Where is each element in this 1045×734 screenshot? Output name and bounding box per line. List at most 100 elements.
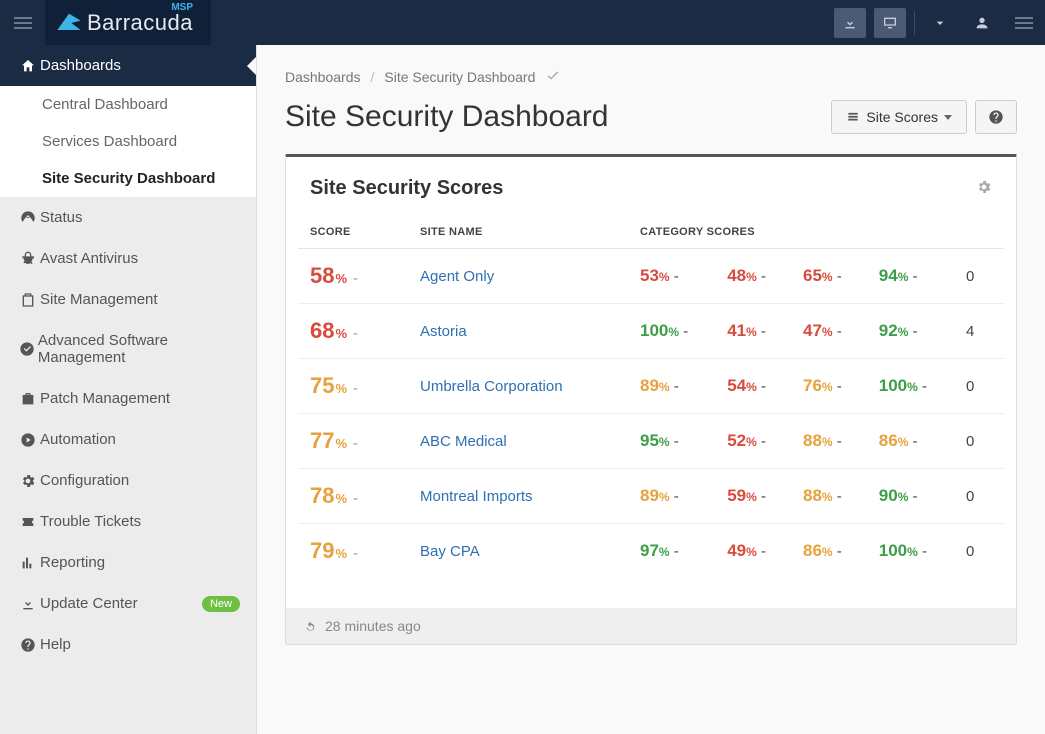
play-icon: [16, 432, 40, 448]
trend-dash: -: [833, 433, 842, 450]
sidebar-sub-central-dashboard[interactable]: Central Dashboard: [0, 86, 256, 123]
site-name-cell: Astoria: [408, 304, 628, 359]
brand-logo[interactable]: Barracuda MSP: [45, 0, 211, 45]
page-header: Site Security Dashboard Site Scores: [257, 94, 1045, 154]
last-cell: 0: [954, 249, 1004, 304]
site-scores-dropdown[interactable]: Site Scores: [831, 100, 967, 134]
trend-dash: -: [757, 378, 766, 395]
button-label: Site Scores: [866, 109, 938, 125]
sidebar-item-automation[interactable]: Automation: [0, 419, 256, 460]
dropdown-caret-button[interactable]: [919, 0, 961, 45]
sidebar-item-label: Configuration: [40, 472, 129, 489]
sidebar-item-label: Help: [40, 636, 71, 653]
site-name-cell: ABC Medical: [408, 414, 628, 469]
category-score-cell: 86% -: [867, 414, 954, 469]
sidebar-item-label: Trouble Tickets: [40, 513, 141, 530]
home-icon: [16, 58, 40, 74]
trend-dash: -: [353, 325, 358, 342]
category-score-cell: 100% -: [628, 304, 715, 359]
percent-sign: %: [746, 270, 757, 284]
sidebar-item-configuration[interactable]: Configuration: [0, 460, 256, 501]
score-cell: 77%-: [298, 414, 408, 469]
sidebar-item-advanced-software-management[interactable]: Advanced Software Management: [0, 320, 256, 378]
category-value: 86: [803, 541, 822, 560]
sidebar-item-status[interactable]: Status: [0, 197, 256, 238]
score-value: 68: [310, 318, 334, 343]
sidebar-item-label: Avast Antivirus: [40, 250, 138, 267]
category-score-cell: 41% -: [715, 304, 791, 359]
trend-dash: -: [833, 323, 842, 340]
category-score-cell: 54% -: [715, 359, 791, 414]
category-value: 100: [640, 321, 668, 340]
topbar-right: [830, 0, 1045, 45]
content: Dashboards / Site Security Dashboard Sit…: [257, 45, 1045, 734]
sidebar-sub-site-security-dashboard[interactable]: Site Security Dashboard: [0, 160, 256, 197]
percent-sign: %: [746, 380, 757, 394]
help-button[interactable]: [975, 100, 1017, 134]
menu-toggle-left[interactable]: [0, 0, 45, 45]
score-cell: 78%-: [298, 469, 408, 524]
trend-dash: -: [833, 268, 842, 285]
breadcrumb-root[interactable]: Dashboards: [285, 69, 361, 85]
site-link[interactable]: Umbrella Corporation: [420, 378, 563, 395]
category-score-cell: 53% -: [628, 249, 715, 304]
hamburger-icon: [14, 22, 32, 24]
sidebar-main-items: Status Avast Antivirus Site Management Adva…: [0, 197, 256, 665]
breadcrumb: Dashboards / Site Security Dashboard: [257, 45, 1045, 94]
trend-dash: -: [679, 323, 688, 340]
card-settings-button[interactable]: [976, 179, 992, 198]
category-value: 86: [879, 431, 898, 450]
site-link[interactable]: Montreal Imports: [420, 488, 533, 505]
brand-name: Barracuda: [87, 10, 193, 36]
breadcrumb-current: Site Security Dashboard: [384, 69, 535, 85]
caret-down-icon: [932, 15, 948, 31]
briefcase-icon: [16, 391, 40, 407]
category-value: 100: [879, 541, 907, 560]
brand-suffix: MSP: [171, 2, 193, 13]
screen-button[interactable]: [874, 8, 906, 38]
category-value: 52: [727, 431, 746, 450]
score-value: 77: [310, 428, 334, 453]
sidebar-item-trouble-tickets[interactable]: Trouble Tickets: [0, 501, 256, 542]
sidebar-item-dashboards[interactable]: Dashboards: [0, 45, 256, 86]
sidebar-sub-services-dashboard[interactable]: Services Dashboard: [0, 123, 256, 160]
category-score-cell: 47% -: [791, 304, 867, 359]
percent-sign: %: [659, 435, 670, 449]
sidebar-item-help[interactable]: Help: [0, 624, 256, 665]
category-score-cell: 90% -: [867, 469, 954, 524]
category-score-cell: 86% -: [791, 524, 867, 579]
sidebar-item-site-management[interactable]: Site Management: [0, 279, 256, 320]
percent-sign: %: [822, 545, 833, 559]
trend-dash: -: [908, 323, 917, 340]
sidebar-item-avast-antivirus[interactable]: Avast Antivirus: [0, 238, 256, 279]
percent-sign: %: [898, 270, 909, 284]
percent-sign: %: [898, 325, 909, 339]
category-value: 100: [879, 376, 907, 395]
user-button[interactable]: [961, 0, 1003, 45]
sidebar-item-reporting[interactable]: Reporting: [0, 542, 256, 583]
percent-sign: %: [335, 546, 347, 561]
menu-toggle-right[interactable]: [1003, 0, 1045, 45]
card-footer: 28 minutes ago: [286, 608, 1016, 644]
topbar-left: Barracuda MSP: [0, 0, 211, 45]
percent-sign: %: [746, 490, 757, 504]
category-value: 49: [727, 541, 746, 560]
trend-dash: -: [908, 268, 917, 285]
list-icon: [846, 110, 860, 124]
site-link[interactable]: ABC Medical: [420, 433, 507, 450]
percent-sign: %: [335, 326, 347, 341]
download-icon: [16, 596, 40, 612]
site-link[interactable]: Agent Only: [420, 268, 494, 285]
sidebar-item-patch-management[interactable]: Patch Management: [0, 378, 256, 419]
site-link[interactable]: Bay CPA: [420, 543, 480, 560]
sidebar-item-label: Advanced Software Management: [38, 332, 240, 366]
category-score-cell: 88% -: [791, 469, 867, 524]
score-value: 79: [310, 538, 334, 563]
ticket-icon: [16, 514, 40, 530]
site-link[interactable]: Astoria: [420, 323, 467, 340]
notifications-button[interactable]: [834, 8, 866, 38]
trend-dash: -: [918, 543, 927, 560]
sidebar-item-update-center[interactable]: Update CenterNew: [0, 583, 256, 624]
category-score-cell: 76% -: [791, 359, 867, 414]
percent-sign: %: [668, 325, 679, 339]
